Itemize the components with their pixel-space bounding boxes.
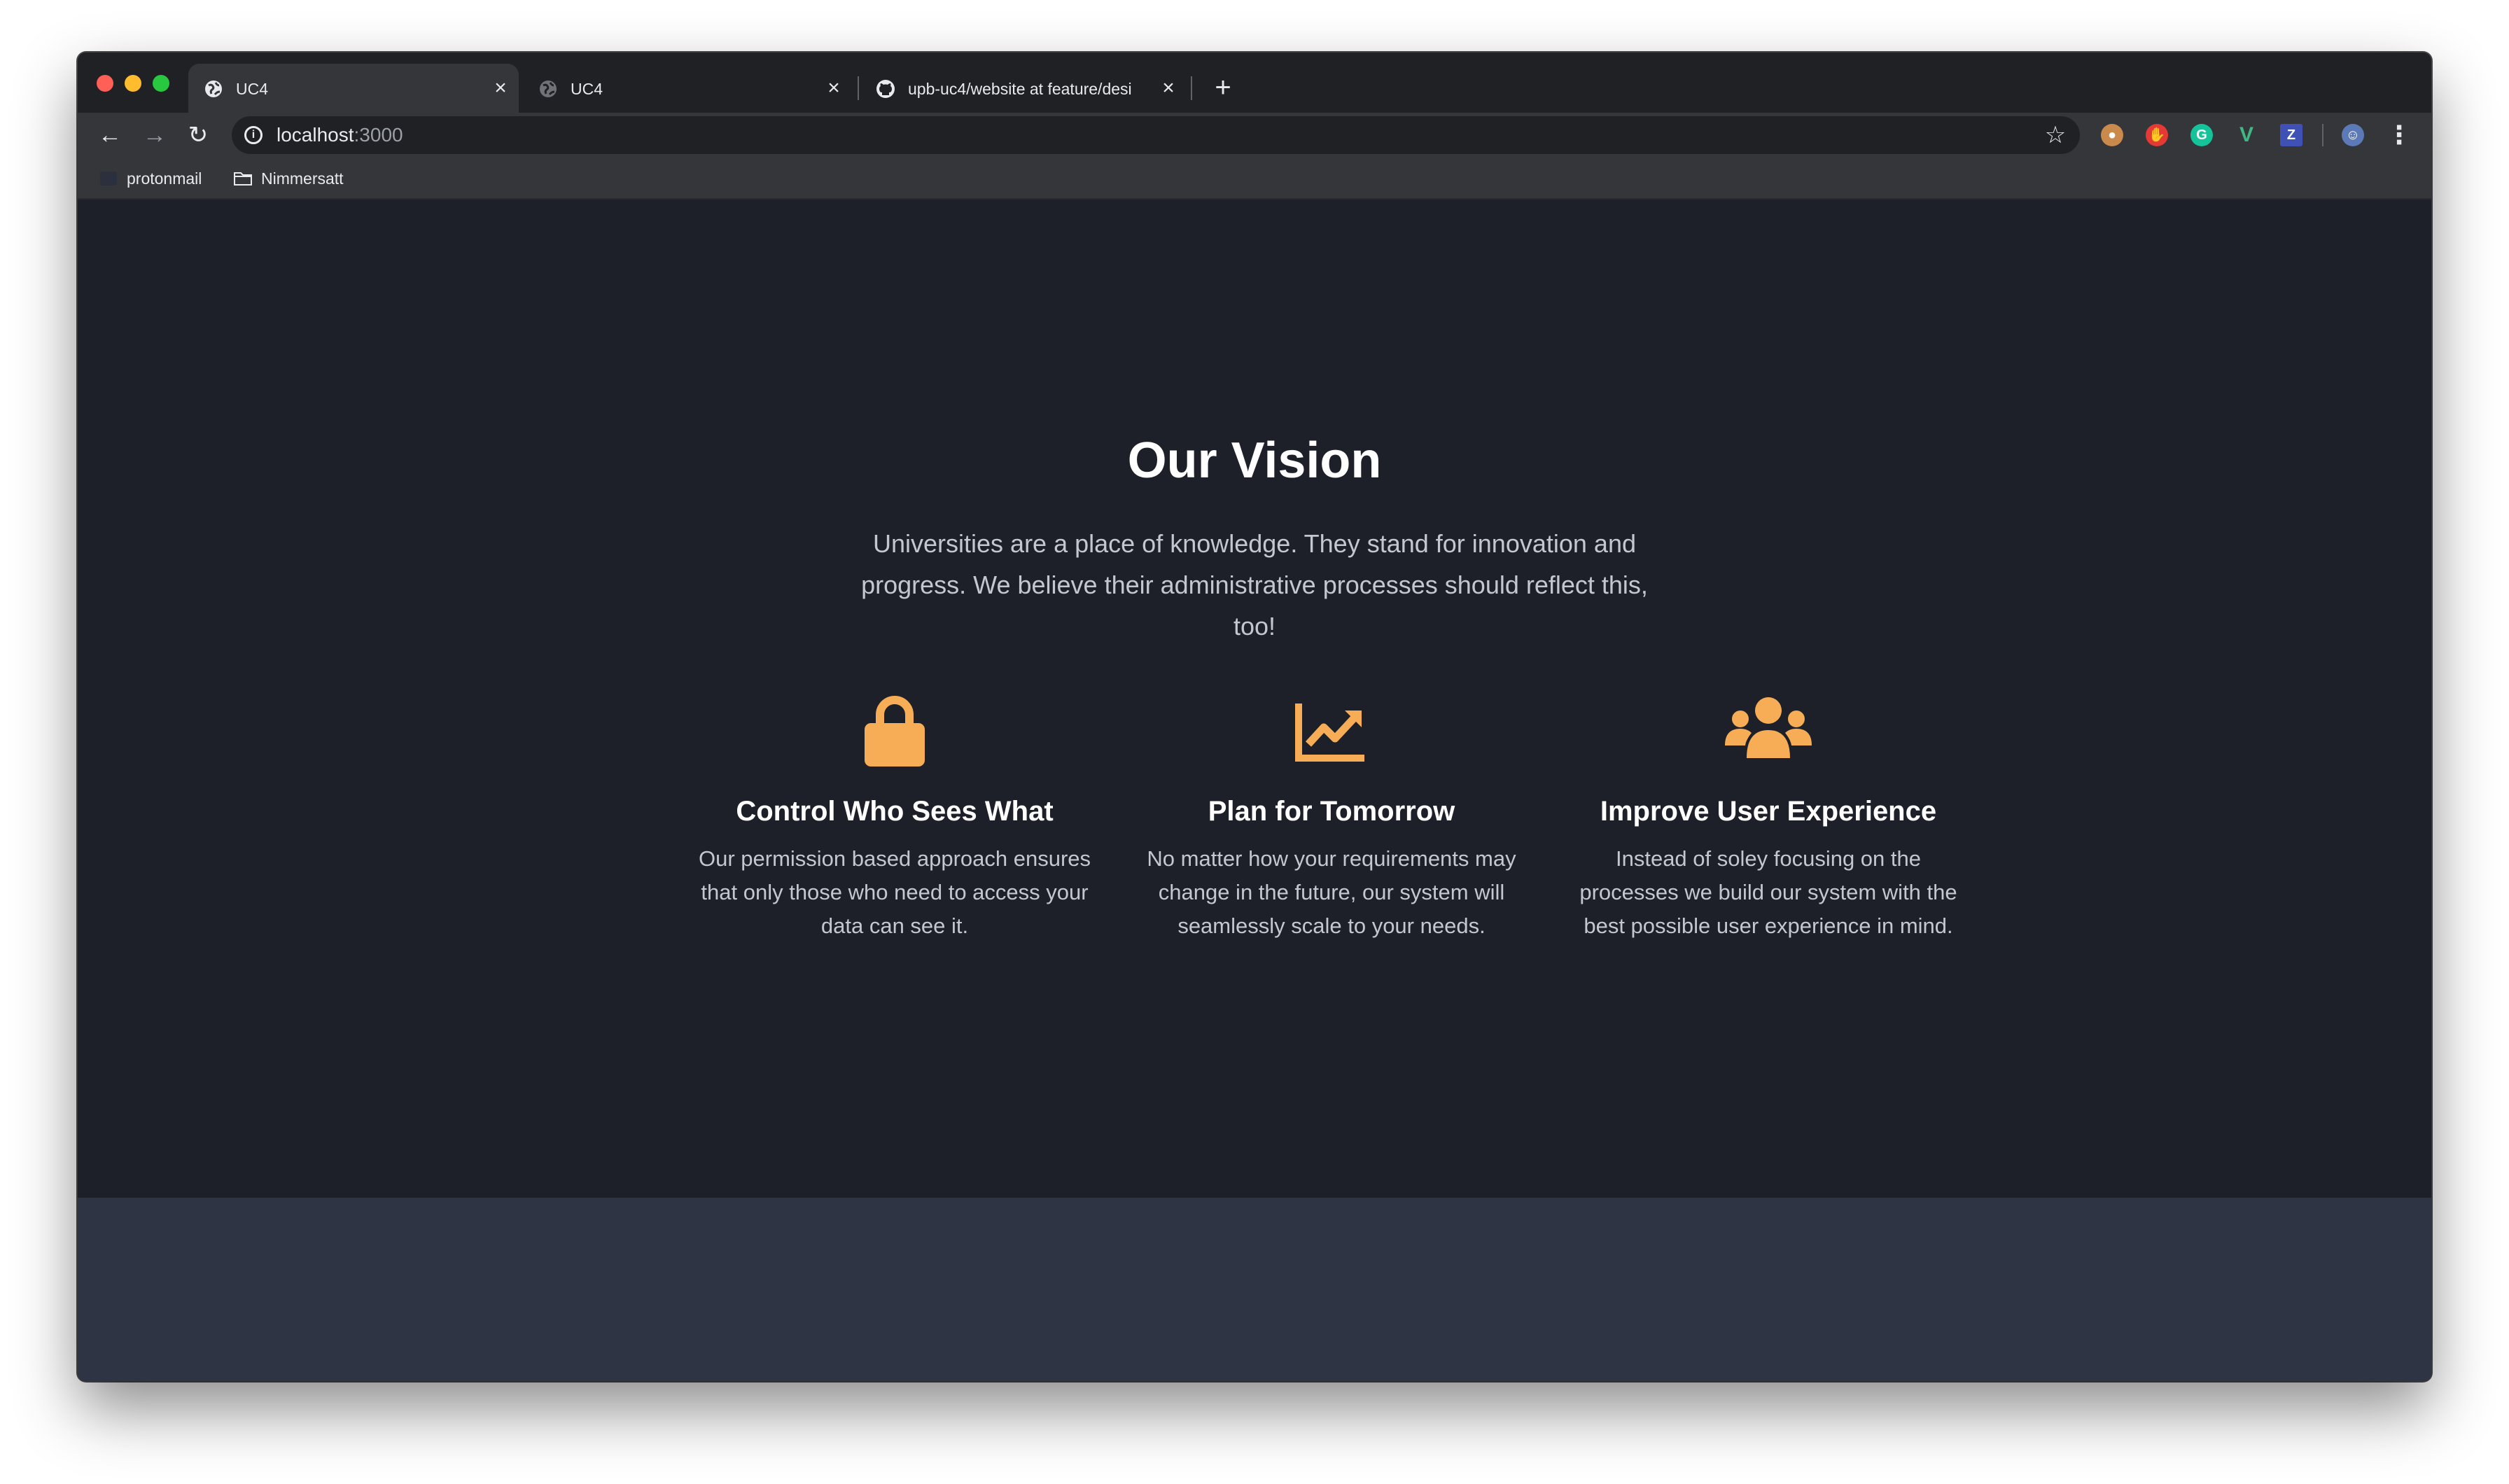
browser-window: UC4 × UC4 × upb-uc4/website at feature/d…	[78, 52, 2431, 1381]
back-button[interactable]: ←	[95, 120, 125, 150]
minimize-window-button[interactable]	[125, 75, 141, 92]
bookmark-star-icon[interactable]: ☆	[2042, 122, 2069, 148]
feature-improve-user-experience: Improve User Experience Instead of soley…	[1558, 691, 1978, 943]
page-footer	[78, 1198, 2431, 1381]
vision-description: Universities are a place of knowledge. T…	[861, 529, 1648, 640]
toolbar-separator	[2322, 124, 2323, 146]
feature-title: Improve User Experience	[1600, 796, 1937, 827]
feature-control-who-sees-what: Control Who Sees What Our permission bas…	[685, 691, 1105, 943]
browser-toolbar: ← → ↻ i localhost:3000 ☆ ● ✋ G V Z ☺ ⋮	[78, 113, 2431, 158]
tab-separator	[1191, 76, 1192, 100]
site-info-icon[interactable]: i	[244, 126, 263, 144]
address-bar[interactable]: i localhost:3000 ☆	[232, 116, 2080, 154]
forward-button[interactable]: →	[139, 120, 170, 150]
feature-description: Our permission based approach ensures th…	[698, 846, 1091, 938]
folder-icon	[234, 172, 252, 186]
tab-uc4[interactable]: UC4 ×	[523, 64, 852, 113]
profile-icon[interactable]: ☺	[2342, 124, 2364, 146]
close-tab-icon[interactable]: ×	[489, 77, 512, 99]
browser-menu-icon[interactable]: ⋮	[2385, 121, 2413, 149]
bookmark-protonmail[interactable]: protonmail	[99, 164, 202, 192]
adblock-icon[interactable]: ✋	[2146, 124, 2168, 146]
close-window-button[interactable]	[97, 75, 113, 92]
new-tab-button[interactable]: +	[1208, 72, 1238, 103]
tab-separator	[858, 76, 859, 100]
tab-title: UC4	[571, 80, 603, 98]
tab-title: upb-uc4/website at feature/desi	[908, 80, 1132, 98]
feature-plan-for-tomorrow: Plan for Tomorrow No matter how your req…	[1121, 691, 1542, 943]
cookie-icon[interactable]: ●	[2101, 124, 2123, 146]
feature-title: Plan for Tomorrow	[1208, 796, 1455, 827]
chart-line-icon	[1295, 704, 1364, 762]
protonmail-icon	[100, 172, 117, 186]
globe-icon	[205, 80, 222, 97]
feature-description: No matter how your requirements may chan…	[1147, 846, 1516, 938]
vue-devtools-icon[interactable]: V	[2235, 124, 2258, 146]
reload-button[interactable]: ↻	[183, 120, 214, 150]
grammarly-icon[interactable]: G	[2190, 124, 2213, 146]
globe-icon	[540, 80, 557, 97]
bookmark-nimmersatt[interactable]: Nimmersatt	[233, 164, 344, 192]
lock-icon	[865, 696, 925, 766]
page-content: Our Vision Universities are a place of k…	[78, 201, 2431, 1198]
bookmarks-bar: protonmail Nimmersatt	[78, 158, 2431, 200]
close-tab-icon[interactable]: ×	[1157, 77, 1180, 99]
maximize-window-button[interactable]	[153, 75, 169, 92]
close-tab-icon[interactable]: ×	[823, 77, 845, 99]
zotero-icon[interactable]: Z	[2280, 124, 2302, 146]
feature-description: Instead of soley focusing on the process…	[1579, 846, 1957, 938]
users-icon	[1725, 697, 1812, 758]
tab-title: UC4	[236, 80, 269, 98]
feature-title: Control Who Sees What	[736, 796, 1054, 827]
tab-uc4-active[interactable]: UC4 ×	[188, 64, 519, 113]
url-text: localhost:3000	[277, 124, 403, 146]
tab-strip: UC4 × UC4 × upb-uc4/website at feature/d…	[78, 52, 2431, 113]
github-icon	[876, 80, 895, 98]
vision-title: Our Vision	[1127, 433, 1382, 489]
tab-github[interactable]: upb-uc4/website at feature/desi ×	[860, 64, 1196, 113]
